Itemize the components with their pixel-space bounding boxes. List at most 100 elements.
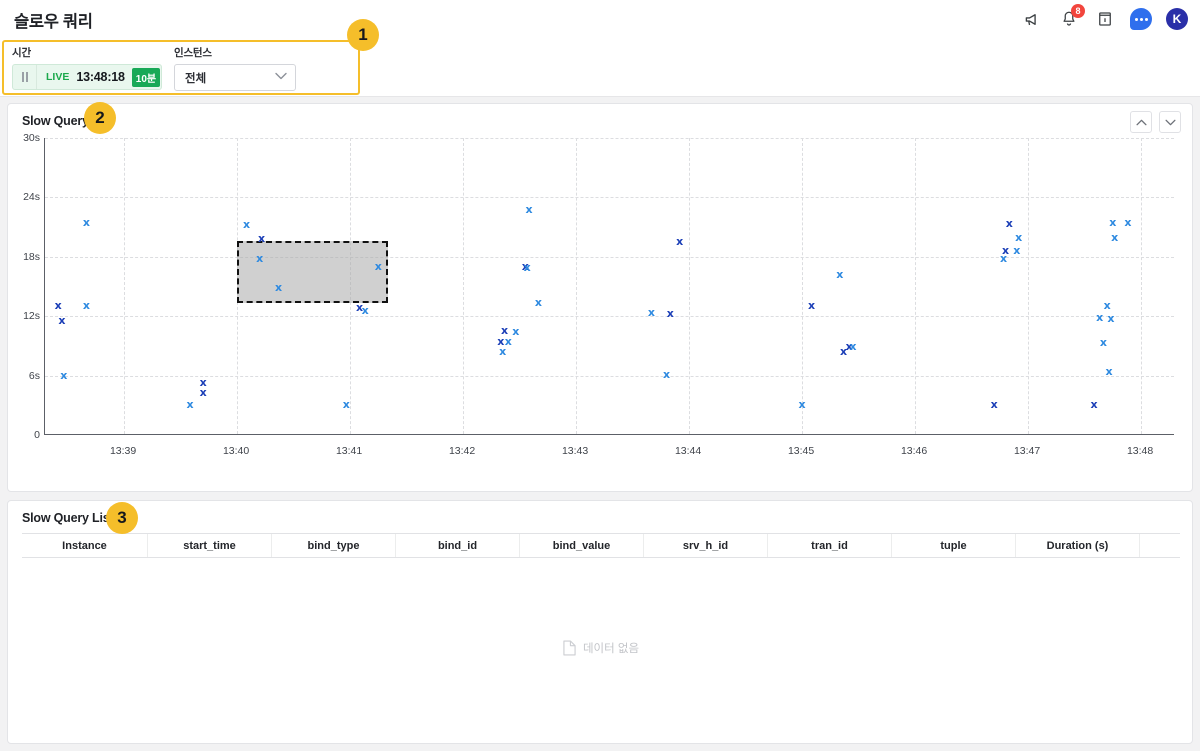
y-axis-tick-label: 0 bbox=[34, 429, 40, 441]
data-point[interactable]: x bbox=[675, 236, 684, 247]
data-point[interactable]: x bbox=[807, 300, 816, 311]
chevron-down-icon bbox=[275, 72, 287, 83]
data-point[interactable]: x bbox=[647, 307, 656, 318]
table-header-row: Instance start_time bind_type bind_id bind_v… bbox=[22, 533, 1180, 558]
live-indicator: LIVE bbox=[46, 71, 70, 83]
data-point[interactable]: x bbox=[523, 262, 532, 273]
data-point[interactable]: x bbox=[1095, 312, 1104, 323]
data-point[interactable]: x bbox=[848, 341, 857, 352]
data-point[interactable]: x bbox=[1105, 366, 1114, 377]
data-point[interactable]: x bbox=[1005, 218, 1014, 229]
user-avatar[interactable]: K bbox=[1166, 8, 1188, 30]
table-column-header[interactable]: Instance bbox=[22, 534, 148, 557]
grid-line-vertical bbox=[802, 138, 804, 434]
grid-line-horizontal bbox=[45, 375, 1174, 377]
table-column-header[interactable]: tran_id bbox=[768, 534, 892, 557]
table-column-header[interactable]: bind_id bbox=[396, 534, 520, 557]
grid-line-vertical bbox=[463, 138, 465, 434]
y-axis-tick-label: 24s bbox=[23, 191, 40, 204]
data-point[interactable]: x bbox=[1099, 337, 1108, 348]
data-point[interactable]: x bbox=[342, 399, 351, 410]
step-badge-3: 3 bbox=[106, 502, 138, 534]
data-point[interactable]: x bbox=[82, 217, 91, 228]
data-point[interactable]: x bbox=[255, 253, 264, 264]
x-axis-tick-label: 13:40 bbox=[222, 445, 250, 457]
x-axis-tick-label: 13:48 bbox=[1126, 445, 1154, 457]
table-column-header[interactable]: bind_type bbox=[272, 534, 396, 557]
y-axis-tick-label: 6s bbox=[28, 369, 40, 382]
data-point[interactable]: x bbox=[1108, 217, 1117, 228]
pause-button[interactable] bbox=[13, 65, 37, 89]
grid-line-vertical bbox=[576, 138, 578, 434]
table-column-header[interactable]: srv_h_id bbox=[644, 534, 768, 557]
data-point[interactable]: x bbox=[498, 346, 507, 357]
chart-panel-title: Slow Query bbox=[22, 114, 89, 128]
data-point[interactable]: x bbox=[1012, 245, 1021, 256]
y-axis-labels: 0 6s 12s 18s 24s 30s bbox=[8, 132, 40, 441]
slow-query-table: Instance start_time bind_type bind_id bind_v… bbox=[22, 533, 1180, 738]
table-column-header[interactable]: tuple bbox=[892, 534, 1016, 557]
x-axis-tick-label: 13:45 bbox=[787, 445, 815, 457]
plot-area[interactable]: xxxxxxxxxxxxxxxxxxxxxxxxxxxxxxxxxxxxxxxx… bbox=[44, 138, 1174, 435]
grid-line-vertical bbox=[1028, 138, 1030, 434]
y-axis-tick-label: 18s bbox=[23, 250, 40, 263]
data-point[interactable]: x bbox=[999, 253, 1008, 264]
table-column-header[interactable]: bind_value bbox=[520, 534, 644, 557]
data-point[interactable]: x bbox=[835, 269, 844, 280]
megaphone-icon[interactable] bbox=[1022, 8, 1044, 30]
data-point[interactable]: x bbox=[199, 387, 208, 398]
time-control[interactable]: LIVE 13:48:18 10분 bbox=[12, 64, 162, 90]
data-point[interactable]: x bbox=[1014, 232, 1023, 243]
data-point[interactable]: x bbox=[54, 300, 63, 311]
x-axis-tick-label: 13:47 bbox=[1013, 445, 1041, 457]
x-axis-tick-label: 13:39 bbox=[109, 445, 137, 457]
selection-box[interactable] bbox=[237, 240, 388, 304]
notification-bell-icon[interactable]: 8 bbox=[1058, 4, 1085, 30]
data-point[interactable]: x bbox=[662, 369, 671, 380]
data-point[interactable]: x bbox=[242, 219, 251, 230]
filter-bar: 시간 LIVE 13:48:18 10분 인스턴스 전체 bbox=[0, 39, 1200, 97]
chat-bubble-shape bbox=[1130, 8, 1152, 30]
time-range-badge[interactable]: 10분 bbox=[131, 67, 161, 87]
data-point[interactable]: x bbox=[525, 204, 534, 215]
data-point[interactable]: x bbox=[186, 399, 195, 410]
data-point[interactable]: x bbox=[59, 370, 68, 381]
table-column-header[interactable] bbox=[1140, 534, 1180, 557]
data-point[interactable]: x bbox=[839, 346, 848, 357]
data-point[interactable]: x bbox=[666, 308, 675, 319]
data-point[interactable]: x bbox=[1090, 399, 1099, 410]
data-point[interactable]: x bbox=[534, 297, 543, 308]
empty-state-text: 데이터 없음 bbox=[582, 643, 640, 655]
grid-line-vertical bbox=[689, 138, 691, 434]
guide-book-icon[interactable] bbox=[1094, 8, 1116, 30]
data-point[interactable]: x bbox=[1103, 300, 1112, 311]
data-point[interactable]: x bbox=[798, 399, 807, 410]
instance-select[interactable]: 전체 bbox=[174, 64, 296, 91]
grid-line-horizontal bbox=[45, 138, 1174, 139]
data-point[interactable]: x bbox=[1123, 217, 1132, 228]
table-column-header[interactable]: start_time bbox=[148, 534, 272, 557]
data-point[interactable]: x bbox=[500, 325, 509, 336]
y-axis-tick-label: 30s bbox=[23, 132, 40, 144]
data-point[interactable]: x bbox=[82, 300, 91, 311]
time-filter-label: 시간 bbox=[12, 47, 31, 59]
chat-icon[interactable] bbox=[1130, 8, 1152, 30]
data-point[interactable]: x bbox=[1106, 313, 1115, 324]
grid-line-vertical bbox=[124, 138, 126, 434]
data-point[interactable]: x bbox=[374, 261, 383, 272]
table-column-header[interactable]: Duration (s) bbox=[1016, 534, 1140, 557]
data-point[interactable]: x bbox=[274, 282, 283, 293]
grid-line-vertical bbox=[915, 138, 917, 434]
x-axis-tick-label: 13:46 bbox=[900, 445, 928, 457]
data-point[interactable]: x bbox=[990, 399, 999, 410]
current-time: 13:48:18 bbox=[76, 70, 125, 84]
data-point[interactable]: x bbox=[1110, 232, 1119, 243]
data-point[interactable]: x bbox=[361, 305, 370, 316]
instance-filter-label: 인스턴스 bbox=[174, 47, 212, 59]
data-point[interactable]: x bbox=[257, 233, 266, 244]
x-axis-tick-label: 13:44 bbox=[674, 445, 702, 457]
scatter-chart[interactable]: 0 6s 12s 18s 24s 30s xxxxxxxxxxxxxxxxxxxxxxxx… bbox=[8, 129, 1194, 489]
step-badge-1: 1 bbox=[347, 19, 379, 51]
data-point[interactable]: x bbox=[511, 326, 520, 337]
data-point[interactable]: x bbox=[57, 315, 66, 326]
